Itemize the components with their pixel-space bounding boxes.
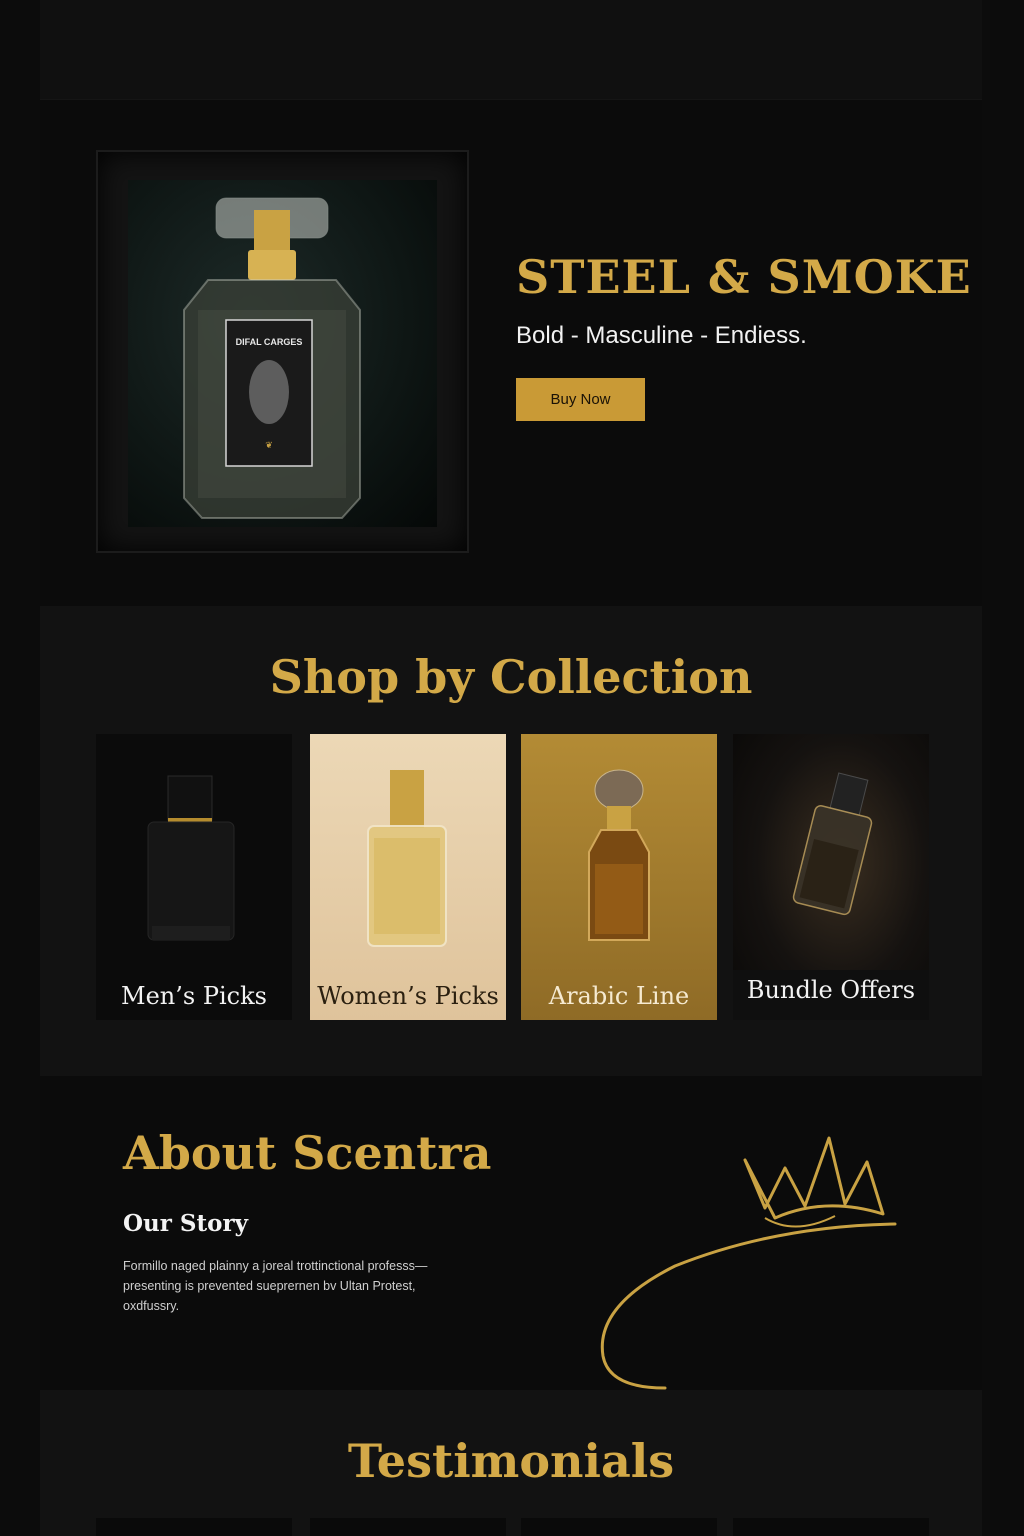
mens-bottle-icon (147, 775, 235, 941)
testimonial-card (521, 1518, 717, 1536)
buy-now-button[interactable]: Buy Now (516, 378, 645, 421)
testimonial-card (96, 1518, 292, 1536)
testimonials-title: Testimonials (347, 1434, 675, 1488)
box-satin-lining: DIFAL CARGES ❦ (128, 180, 437, 527)
collection-cards: Men’s Picks Women’s Picks Arabic Line Bu… (96, 734, 929, 1020)
arabic-bottle-icon (588, 769, 650, 941)
hero-title: STEEL & SMOKE (516, 250, 972, 304)
collection-card-arabic[interactable]: Arabic Line (521, 734, 717, 1020)
testimonial-card (310, 1518, 506, 1536)
perfume-gift-box: DIFAL CARGES ❦ (96, 150, 469, 553)
story-text: Formillo naged plainny a joreal trottinc… (123, 1259, 428, 1313)
hero-subtitle: Bold - Masculine - Endiess. (516, 322, 807, 349)
collection-card-mens[interactable]: Men’s Picks (96, 734, 292, 1020)
testimonials-section: Testimonials (40, 1390, 982, 1536)
card-label-mens: Men’s Picks (121, 982, 267, 1010)
womens-bottle-icon (367, 770, 447, 947)
hero-text-block: STEEL & SMOKE Bold - Masculine - Endiess… (516, 250, 972, 350)
hero-perfume-bottle-icon: DIFAL CARGES ❦ (183, 197, 361, 519)
about-section: About Scentra Our Story Formillo naged p… (40, 1076, 982, 1390)
testimonial-card (733, 1518, 929, 1536)
svg-text:❦: ❦ (265, 440, 273, 450)
card-label-womens: Women’s Picks (317, 982, 499, 1010)
hero-section: DIFAL CARGES ❦ STEEL & SMOKE Bold - Masc… (40, 100, 982, 606)
top-bar (40, 0, 982, 100)
bottle-label-text: DIFAL CARGES (236, 337, 303, 347)
collection-card-womens[interactable]: Women’s Picks (310, 734, 506, 1020)
about-title: About Scentra (123, 1126, 492, 1180)
crown-logo-icon (600, 1136, 897, 1390)
story-title: Our Story (123, 1210, 248, 1237)
bundle-bottle-icon (792, 772, 873, 916)
collection-section: Shop by Collection Men’s Picks Women’s P… (40, 606, 982, 1076)
card-label-arabic: Arabic Line (548, 982, 690, 1010)
collection-card-bundle[interactable]: Bundle Offers (733, 734, 929, 1020)
collection-title: Shop by Collection (269, 650, 753, 704)
card-label-bundle: Bundle Offers (733, 970, 929, 1020)
